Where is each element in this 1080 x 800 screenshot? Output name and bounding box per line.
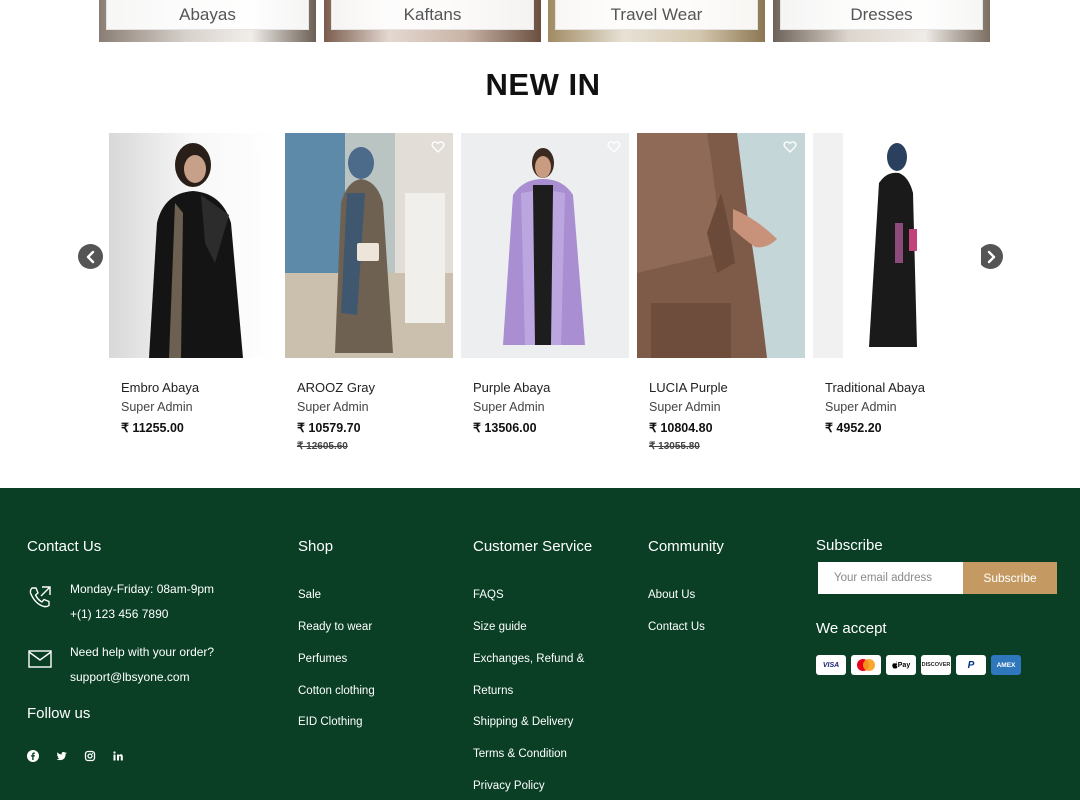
footer-link-terms[interactable]: Terms & Condition: [473, 748, 567, 760]
contact-phone[interactable]: +(1) 123 456 7890: [70, 607, 168, 621]
product-price: ₹ 11255.00: [121, 421, 184, 435]
wishlist-heart-icon[interactable]: [783, 140, 797, 154]
category-label: Travel Wear: [555, 0, 758, 30]
carousel-prev-button[interactable]: [78, 244, 103, 269]
product-price: ₹ 13506.00: [473, 421, 537, 435]
product-old-price: ₹ 13055.80: [649, 441, 700, 452]
product-author: Super Admin: [649, 400, 721, 414]
email-subscribe-input[interactable]: [818, 562, 963, 594]
product-card: AROOZ Gray Super Admin ₹ 10579.70 ₹ 1260…: [285, 133, 453, 452]
footer-link-shipping-delivery[interactable]: Shipping & Delivery: [473, 716, 573, 728]
instagram-icon[interactable]: [84, 750, 96, 762]
apple-pay-icon: Pay: [886, 655, 916, 675]
product-name[interactable]: AROOZ Gray: [285, 380, 453, 395]
footer-link-privacy-policy[interactable]: Privacy Policy: [473, 780, 545, 792]
footer-link-ready-to-wear[interactable]: Ready to wear: [298, 621, 372, 633]
product-old-price: ₹ 12605.60: [297, 441, 348, 452]
mail-icon: [28, 650, 52, 668]
category-tile-kaftans[interactable]: Kaftans: [324, 0, 541, 42]
category-tile-travel-wear[interactable]: Travel Wear: [548, 0, 765, 42]
shop-heading: Shop: [298, 538, 334, 555]
section-title: NEW IN: [485, 67, 601, 102]
footer-link-perfumes[interactable]: Perfumes: [298, 653, 347, 665]
wishlist-heart-icon[interactable]: [431, 140, 445, 154]
wishlist-heart-icon[interactable]: [607, 140, 621, 154]
product-name[interactable]: Traditional Abaya: [813, 380, 981, 395]
product-image[interactable]: [813, 133, 981, 358]
footer-link-exchanges-refund[interactable]: Exchanges, Refund &: [473, 653, 584, 665]
footer-link-size-guide[interactable]: Size guide: [473, 621, 527, 633]
product-author: Super Admin: [121, 400, 193, 414]
contact-email[interactable]: support@lbsyone.com: [70, 670, 190, 684]
product-price: ₹ 4952.20: [825, 421, 882, 435]
contact-heading: Contact Us: [27, 538, 102, 555]
footer-link-cotton-clothing[interactable]: Cotton clothing: [298, 685, 375, 697]
phone-icon: [29, 586, 51, 608]
category-label: Dresses: [780, 0, 983, 30]
footer-link-faqs[interactable]: FAQS: [473, 589, 504, 601]
product-price: ₹ 10579.70: [297, 421, 361, 435]
twitter-icon[interactable]: [56, 750, 68, 762]
category-tile-dresses[interactable]: Dresses: [773, 0, 990, 42]
arrow-right-icon: [987, 250, 995, 263]
product-image[interactable]: [109, 133, 277, 358]
category-tile-abayas[interactable]: Abayas: [99, 0, 316, 42]
customer-service-heading: Customer Service: [473, 538, 593, 555]
subscribe-button[interactable]: Subscribe: [963, 562, 1057, 594]
product-card: Traditional Abaya Super Admin ₹ 4952.20: [813, 133, 981, 435]
category-label: Abayas: [106, 0, 309, 30]
wishlist-heart-icon[interactable]: [255, 140, 269, 154]
wishlist-heart-icon[interactable]: [959, 140, 973, 154]
paypal-icon: P: [956, 655, 986, 675]
product-name[interactable]: LUCIA Purple: [637, 380, 805, 395]
product-name[interactable]: Embro Abaya: [109, 380, 277, 395]
visa-icon: VISA: [816, 655, 846, 675]
amex-icon: AMEX: [991, 655, 1021, 675]
footer-link-returns[interactable]: Returns: [473, 685, 513, 697]
footer: Contact Us Monday-Friday: 08am-9pm +(1) …: [0, 488, 1080, 800]
contact-help: Need help with your order?: [70, 645, 215, 659]
category-label: Kaftans: [331, 0, 534, 30]
product-card: LUCIA Purple Super Admin ₹ 10804.80 ₹ 13…: [637, 133, 805, 452]
product-author: Super Admin: [825, 400, 897, 414]
mastercard-icon: [851, 655, 881, 675]
product-name[interactable]: Purple Abaya: [461, 380, 629, 395]
product-image[interactable]: [637, 133, 805, 358]
apple-pay-label: Pay: [897, 661, 911, 669]
we-accept-heading: We accept: [816, 620, 887, 637]
facebook-icon[interactable]: [27, 750, 39, 762]
discover-icon: DISCOVER: [921, 655, 951, 675]
product-image[interactable]: [461, 133, 629, 358]
linkedin-icon[interactable]: [112, 750, 124, 762]
product-card: Embro Abaya Super Admin ₹ 11255.00: [109, 133, 277, 435]
footer-link-contact-us[interactable]: Contact Us: [648, 621, 705, 633]
subscribe-heading: Subscribe: [816, 537, 883, 554]
category-row: Abayas Kaftans Travel Wear Dresses: [99, 0, 990, 42]
footer-link-eid-clothing[interactable]: EID Clothing: [298, 716, 363, 728]
follow-heading: Follow us: [27, 705, 91, 722]
contact-hours: Monday-Friday: 08am-9pm: [70, 582, 215, 596]
product-card: Purple Abaya Super Admin ₹ 13506.00: [461, 133, 629, 435]
product-author: Super Admin: [297, 400, 369, 414]
arrow-left-icon: [86, 250, 94, 263]
carousel-next-button[interactable]: [978, 244, 1003, 269]
footer-link-sale[interactable]: Sale: [298, 589, 321, 601]
product-image[interactable]: [285, 133, 453, 358]
product-price: ₹ 10804.80: [649, 421, 713, 435]
community-heading: Community: [648, 538, 724, 555]
footer-link-about-us[interactable]: About Us: [648, 589, 695, 601]
product-author: Super Admin: [473, 400, 545, 414]
